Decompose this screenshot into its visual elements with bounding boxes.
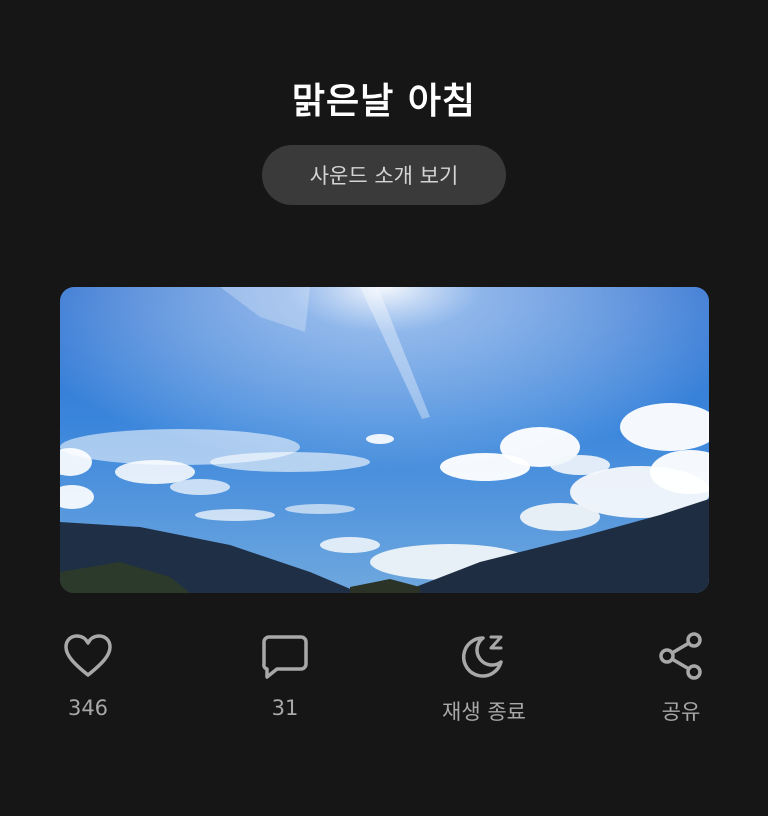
heart-icon [62,630,114,682]
sound-intro-button[interactable]: 사운드 소개 보기 [262,145,506,205]
comment-button[interactable]: 31 [215,630,355,720]
comment-icon [259,630,311,682]
share-icon [655,630,707,682]
like-count: 346 [67,696,109,720]
action-bar: 346 31 재생 종료 공유 [0,630,768,740]
moon-zzz-icon [458,630,510,682]
like-button[interactable]: 346 [18,630,158,720]
sleep-timer-label: 재생 종료 [442,700,526,724]
share-label: 공유 [661,700,701,724]
comment-count: 31 [271,696,299,720]
share-button[interactable]: 공유 [611,630,751,726]
page-title: 맑은날 아침 [291,81,477,122]
cover-image [60,287,709,593]
sleep-timer-button[interactable]: 재생 종료 [414,630,554,726]
